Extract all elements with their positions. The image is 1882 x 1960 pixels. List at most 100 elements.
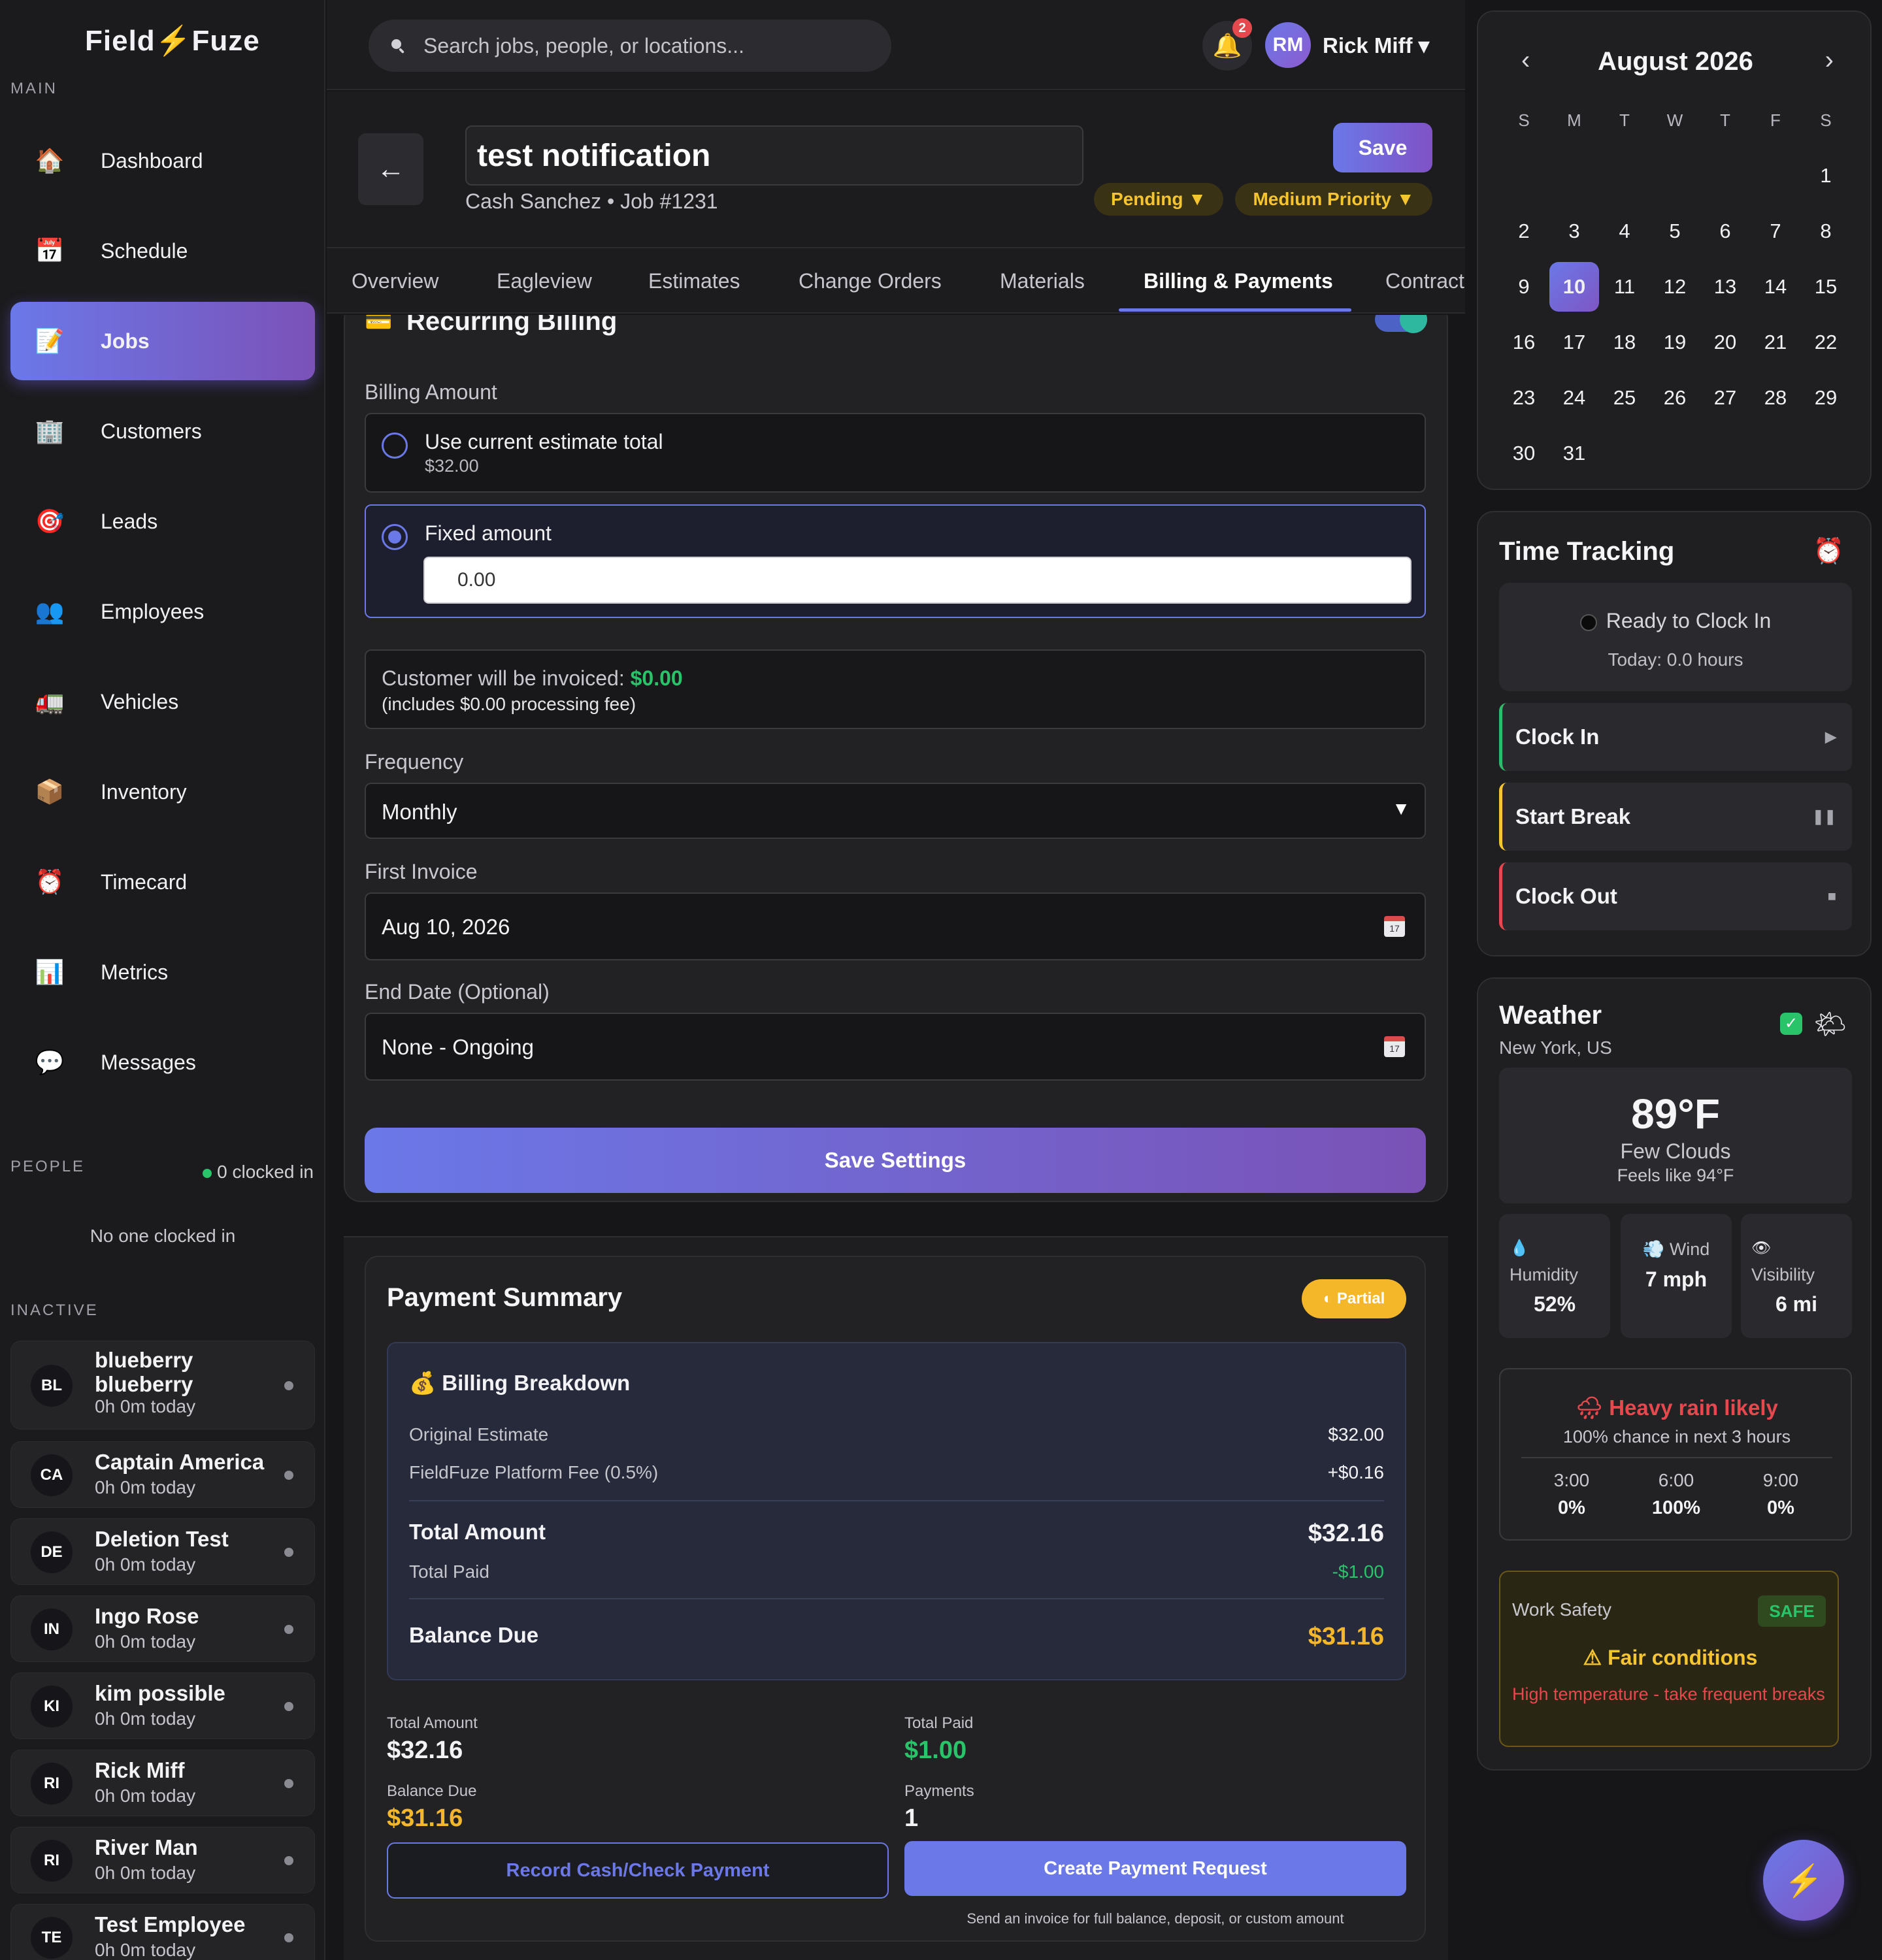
humidity-stat: 💧 Humidity 52% bbox=[1499, 1214, 1610, 1338]
frequency-select[interactable]: Monthly ▼ bbox=[365, 783, 1426, 839]
user-menu-button[interactable]: Rick Miff ▾ bbox=[1323, 33, 1429, 58]
end-date-label: End Date (Optional) bbox=[365, 980, 550, 1004]
calendar-day[interactable]: 16 bbox=[1499, 318, 1549, 367]
employee-card[interactable]: DE Deletion Test 0h 0m today bbox=[10, 1518, 315, 1585]
status-dot-icon bbox=[1579, 613, 1597, 631]
user-avatar[interactable]: RM bbox=[1265, 22, 1311, 68]
calendar-day[interactable]: 15 bbox=[1801, 262, 1851, 312]
calendar-day[interactable]: 31 bbox=[1549, 429, 1599, 478]
option-estimate-label: Use current estimate total bbox=[425, 430, 663, 453]
calendar-day[interactable]: 4 bbox=[1600, 206, 1649, 256]
tab-eagleview[interactable]: Eagleview bbox=[497, 269, 592, 293]
calendar-day[interactable]: 29 bbox=[1801, 373, 1851, 423]
clock-out-button[interactable]: Clock Out ■ bbox=[1499, 862, 1852, 930]
sidebar-item-customers[interactable]: 🏢 Customers bbox=[10, 392, 315, 470]
calendar-icon[interactable]: 17 bbox=[1384, 1036, 1405, 1057]
option-estimate-total[interactable]: Use current estimate total $32.00 bbox=[365, 413, 1426, 493]
calendar-day[interactable]: 28 bbox=[1751, 373, 1800, 423]
calendar-day[interactable]: 8 bbox=[1801, 206, 1851, 256]
calendar-day[interactable]: 13 bbox=[1700, 262, 1750, 312]
calendar-day[interactable]: 27 bbox=[1700, 373, 1750, 423]
calendar-weekday: F bbox=[1770, 110, 1781, 130]
sidebar-item-jobs[interactable]: 📝 Jobs bbox=[10, 302, 315, 380]
calendar-day[interactable]: 19 bbox=[1650, 318, 1700, 367]
employee-card[interactable]: CA Captain America 0h 0m today bbox=[10, 1441, 315, 1508]
calendar-day[interactable]: 11 bbox=[1600, 262, 1649, 312]
back-button[interactable]: ← bbox=[358, 133, 423, 205]
recurring-billing-title: Recurring Billing bbox=[406, 315, 618, 336]
calendar-day[interactable]: 20 bbox=[1700, 318, 1750, 367]
save-settings-button[interactable]: Save Settings bbox=[365, 1128, 1426, 1193]
tab-estimates[interactable]: Estimates bbox=[648, 269, 740, 293]
calendar-icon[interactable]: 17 bbox=[1384, 916, 1405, 937]
recurring-billing-toggle[interactable] bbox=[1375, 315, 1427, 333]
sidebar-item-metrics[interactable]: 📊 Metrics bbox=[10, 933, 315, 1011]
sidebar-item-vehicles[interactable]: 🚛 Vehicles bbox=[10, 662, 315, 741]
sidebar-item-employees[interactable]: 👥 Employees bbox=[10, 572, 315, 651]
next-month-button[interactable]: › bbox=[1825, 46, 1834, 75]
employee-avatar: DE bbox=[31, 1531, 73, 1573]
search-input[interactable] bbox=[423, 33, 881, 58]
status-dropdown[interactable]: Pending ▼ bbox=[1094, 183, 1223, 216]
sidebar-item-dashboard[interactable]: 🏠 Dashboard bbox=[10, 122, 315, 200]
employee-card[interactable]: IN Ingo Rose 0h 0m today bbox=[10, 1595, 315, 1662]
employee-card[interactable]: RI Rick Miff 0h 0m today bbox=[10, 1750, 315, 1816]
tab-change-orders[interactable]: Change Orders bbox=[799, 269, 942, 293]
sidebar-item-inventory[interactable]: 📦 Inventory bbox=[10, 753, 315, 831]
calendar-day[interactable]: 24 bbox=[1549, 373, 1599, 423]
priority-dropdown[interactable]: Medium Priority ▼ bbox=[1235, 183, 1432, 216]
calendar-day[interactable]: 6 bbox=[1700, 206, 1750, 256]
sidebar-item-timecard[interactable]: ⏰ Timecard bbox=[10, 843, 315, 921]
record-payment-button[interactable]: Record Cash/Check Payment bbox=[387, 1842, 889, 1899]
droplet-icon: 💧 bbox=[1510, 1239, 1529, 1257]
employee-card[interactable]: TE Test Employee 0h 0m today bbox=[10, 1904, 315, 1960]
clock-in-button[interactable]: Clock In ▶ bbox=[1499, 703, 1852, 771]
tab-contract[interactable]: Contract bbox=[1385, 269, 1464, 293]
employee-card[interactable]: KI kim possible 0h 0m today bbox=[10, 1673, 315, 1739]
sidebar-item-leads[interactable]: 🎯 Leads bbox=[10, 482, 315, 561]
calendar-day[interactable]: 17 bbox=[1549, 318, 1599, 367]
calendar-day[interactable]: 9 bbox=[1499, 262, 1549, 312]
tab-materials[interactable]: Materials bbox=[1000, 269, 1085, 293]
employee-time: 0h 0m today bbox=[95, 1396, 196, 1416]
app-logo[interactable]: Field⚡Fuze bbox=[85, 24, 260, 57]
search-bar[interactable] bbox=[369, 20, 891, 72]
employee-card[interactable]: BL blueberry blueberry 0h 0m today bbox=[10, 1341, 315, 1429]
employee-avatar: KI bbox=[31, 1686, 73, 1727]
radio-estimate-total[interactable] bbox=[382, 433, 408, 459]
tab-overview[interactable]: Overview bbox=[352, 269, 438, 293]
search-icon bbox=[391, 39, 404, 54]
first-invoice-date-input[interactable]: Aug 10, 2026 17 bbox=[365, 892, 1426, 960]
calendar-day[interactable]: 3 bbox=[1549, 206, 1599, 256]
calendar-day[interactable]: 5 bbox=[1650, 206, 1700, 256]
radio-fixed-amount[interactable] bbox=[382, 524, 408, 550]
calendar-day[interactable]: 18 bbox=[1600, 318, 1649, 367]
calendar-day[interactable]: 2 bbox=[1499, 206, 1549, 256]
create-payment-request-button[interactable]: Create Payment Request bbox=[904, 1841, 1406, 1896]
calendar-day[interactable]: 12 bbox=[1650, 262, 1700, 312]
check-icon[interactable]: ✓ bbox=[1780, 1013, 1802, 1035]
sidebar-item-schedule[interactable]: 📅 Schedule bbox=[10, 212, 315, 290]
calendar-day[interactable]: 7 bbox=[1751, 206, 1800, 256]
notifications-button[interactable]: 🔔 2 bbox=[1202, 18, 1252, 71]
calendar-day[interactable]: 1 bbox=[1801, 151, 1851, 201]
job-title-input[interactable] bbox=[465, 125, 1083, 186]
save-button[interactable]: Save bbox=[1333, 123, 1432, 172]
calendar-day[interactable]: 14 bbox=[1751, 262, 1800, 312]
employee-card[interactable]: RI River Man 0h 0m today bbox=[10, 1827, 315, 1893]
sidebar-item-messages[interactable]: 💬 Messages bbox=[10, 1023, 315, 1102]
calendar-day[interactable]: 25 bbox=[1600, 373, 1649, 423]
calendar-day-today[interactable]: 10 bbox=[1549, 262, 1599, 312]
calendar-day[interactable]: 30 bbox=[1499, 429, 1549, 478]
calendar-day[interactable]: 22 bbox=[1801, 318, 1851, 367]
start-break-button[interactable]: Start Break ❚❚ bbox=[1499, 783, 1852, 851]
assistant-fab-button[interactable]: ⚡ bbox=[1763, 1840, 1844, 1921]
calendar-day[interactable]: 21 bbox=[1751, 318, 1800, 367]
inventory-icon: 📦 bbox=[35, 778, 65, 805]
fixed-amount-input[interactable] bbox=[423, 557, 1412, 604]
tab-billing-payments[interactable]: Billing & Payments bbox=[1144, 269, 1333, 293]
option-fixed-amount[interactable]: Fixed amount bbox=[365, 504, 1426, 618]
end-date-input[interactable]: None - Ongoing 17 bbox=[365, 1013, 1426, 1081]
calendar-day[interactable]: 26 bbox=[1650, 373, 1700, 423]
calendar-day[interactable]: 23 bbox=[1499, 373, 1549, 423]
